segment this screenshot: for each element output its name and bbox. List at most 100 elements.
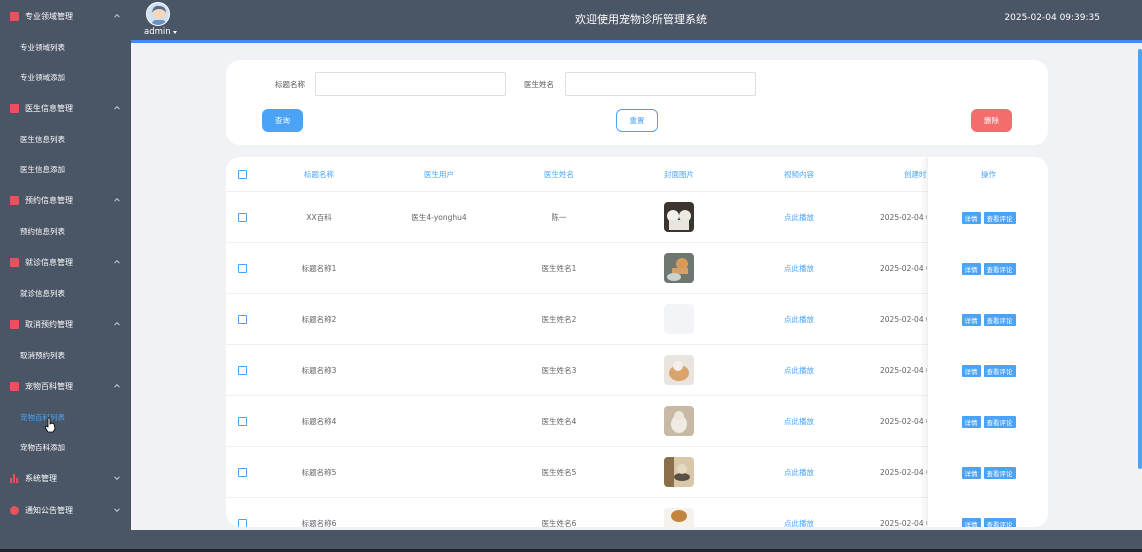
- cell-doctor-user: 医生4-yonghu4: [411, 212, 467, 222]
- cell-video: 点此播放: [749, 447, 849, 497]
- row-select-cell: [226, 243, 258, 293]
- sidebar-group[interactable]: 专业领域管理: [0, 0, 131, 32]
- row-checkbox[interactable]: [237, 365, 247, 375]
- cell-video: 点此播放: [749, 396, 849, 446]
- row-actions: 详情 查看评论: [928, 447, 1048, 498]
- play-video-link[interactable]: 点此播放: [784, 314, 814, 325]
- user-avatar[interactable]: [146, 2, 170, 26]
- sidebar: 专业领域管理 专业领域列表 专业领域添加 医生信息管理 医生信息列表 医生信息添加 预约信息…: [0, 0, 131, 543]
- view-comments-button[interactable]: 查看评论: [983, 262, 1016, 275]
- view-comments-button[interactable]: 查看评论: [983, 466, 1016, 479]
- sidebar-item[interactable]: 取消预约列表: [0, 340, 131, 370]
- cover-image: [664, 355, 694, 385]
- row-select-cell: [226, 498, 258, 527]
- sidebar-item[interactable]: 就诊信息列表: [0, 278, 131, 308]
- play-video-link[interactable]: 点此播放: [784, 263, 814, 274]
- sidebar-group[interactable]: 医生信息管理: [0, 92, 131, 124]
- cell-doctor-user: [389, 345, 489, 395]
- scrollbar-thumb[interactable]: [1138, 49, 1142, 469]
- row-checkbox[interactable]: [237, 314, 247, 324]
- play-video-link[interactable]: 点此播放: [784, 416, 814, 427]
- row-select-cell: [226, 345, 258, 395]
- play-video-link[interactable]: 点此播放: [784, 212, 814, 223]
- view-comments-button[interactable]: 查看评论: [983, 313, 1016, 326]
- title-search-input[interactable]: [315, 72, 506, 96]
- cover-image: [664, 202, 694, 232]
- view-comments-button[interactable]: 查看评论: [983, 415, 1016, 428]
- row-checkbox[interactable]: [237, 416, 247, 426]
- query-button[interactable]: 查询: [262, 109, 303, 132]
- cover-image: [664, 304, 694, 334]
- sidebar-item[interactable]: 专业领域列表: [0, 32, 131, 62]
- delete-button[interactable]: 删除: [971, 109, 1012, 132]
- cell-video: 点此播放: [749, 294, 849, 344]
- detail-button[interactable]: 详情: [961, 364, 981, 377]
- row-actions: 详情 查看评论: [928, 498, 1048, 527]
- detail-button[interactable]: 详情: [961, 211, 981, 224]
- cell-cover: [629, 243, 729, 293]
- column-header: 医生姓名: [544, 169, 574, 179]
- sidebar-group-label: 预约信息管理: [25, 195, 73, 205]
- reset-button[interactable]: 重置: [616, 109, 658, 132]
- view-comments-button[interactable]: 查看评论: [983, 517, 1016, 527]
- sidebar-group[interactable]: 取消预约管理: [0, 308, 131, 340]
- username: admin: [144, 27, 171, 37]
- detail-button[interactable]: 详情: [961, 517, 981, 527]
- cell-title: 标题名称4: [301, 416, 337, 426]
- sidebar-group[interactable]: 就诊信息管理: [0, 246, 131, 278]
- sidebar-group[interactable]: 系统管理: [0, 462, 131, 494]
- row-checkbox[interactable]: [237, 467, 247, 477]
- cell-doctor-name: 医生姓名2: [541, 314, 577, 324]
- select-all-cell: [226, 157, 258, 191]
- sidebar-item[interactable]: 预约信息列表: [0, 216, 131, 246]
- detail-button[interactable]: 详情: [961, 313, 981, 326]
- caret-down-icon: [172, 30, 177, 34]
- view-comments-button[interactable]: 查看评论: [983, 211, 1016, 224]
- cell-cover: [629, 345, 729, 395]
- cell-doctor-name: 医生姓名4: [541, 416, 577, 426]
- bottom-bar: [0, 530, 1142, 552]
- sidebar-item[interactable]: 医生信息添加: [0, 154, 131, 184]
- top-bar-accent-line: [131, 40, 1142, 43]
- view-comments-button[interactable]: 查看评论: [983, 364, 1016, 377]
- sidebar-item[interactable]: 医生信息列表: [0, 124, 131, 154]
- sidebar-group[interactable]: 通知公告管理: [0, 494, 131, 526]
- row-actions: 详情 查看评论: [928, 345, 1048, 396]
- user-menu[interactable]: admin: [144, 27, 177, 37]
- column-header: 标题名称: [304, 169, 334, 179]
- cell-doctor-name: 陈一: [551, 212, 567, 222]
- detail-button[interactable]: 详情: [961, 415, 981, 428]
- page-scrollbar[interactable]: [1138, 43, 1142, 543]
- chevron-up-icon: [114, 383, 120, 390]
- play-video-link[interactable]: 点此播放: [784, 518, 814, 528]
- select-all-checkbox[interactable]: [237, 169, 247, 179]
- play-video-link[interactable]: 点此播放: [784, 467, 814, 478]
- cell-cover: [629, 396, 729, 446]
- row-actions: 详情 查看评论: [928, 396, 1048, 447]
- row-checkbox[interactable]: [237, 263, 247, 273]
- doctor-search-input[interactable]: [565, 72, 756, 96]
- chevron-up-icon: [114, 321, 120, 328]
- sidebar-item[interactable]: 宠物百科列表: [0, 402, 131, 432]
- row-checkbox[interactable]: [237, 518, 247, 527]
- cell-doctor-name: 医生姓名1: [541, 263, 577, 273]
- doctor-search-label: 医生姓名: [524, 80, 554, 89]
- sidebar-item[interactable]: 宠物百科添加: [0, 432, 131, 462]
- sidebar-group-label: 宠物百科管理: [25, 381, 73, 391]
- play-video-link[interactable]: 点此播放: [784, 365, 814, 376]
- sidebar-group[interactable]: 预约信息管理: [0, 184, 131, 216]
- row-checkbox[interactable]: [237, 212, 247, 222]
- cell-video: 点此播放: [749, 345, 849, 395]
- sidebar-item[interactable]: 专业领域添加: [0, 62, 131, 92]
- chevron-up-icon: [114, 13, 120, 20]
- detail-button[interactable]: 详情: [961, 466, 981, 479]
- cover-image: [664, 508, 694, 527]
- table-row: 标题名称2 医生姓名2 点此播放 2025-02-04 09:39:35: [226, 294, 1048, 345]
- detail-button[interactable]: 详情: [961, 262, 981, 275]
- search-panel: 标题名称 医生姓名 查询 重置 删除: [226, 60, 1048, 145]
- data-table: 标题名称 医生用户 医生姓名 封面图片 视频内容 创建时间 XX百科 医生4-yonghu4 陈…: [226, 157, 1048, 527]
- cell-doctor-user: [389, 396, 489, 446]
- table-row: 标题名称1 医生姓名1 点此播放 2025-02-04 09:39:35: [226, 243, 1048, 294]
- sidebar-group[interactable]: 宠物百科管理: [0, 370, 131, 402]
- row-select-cell: [226, 447, 258, 497]
